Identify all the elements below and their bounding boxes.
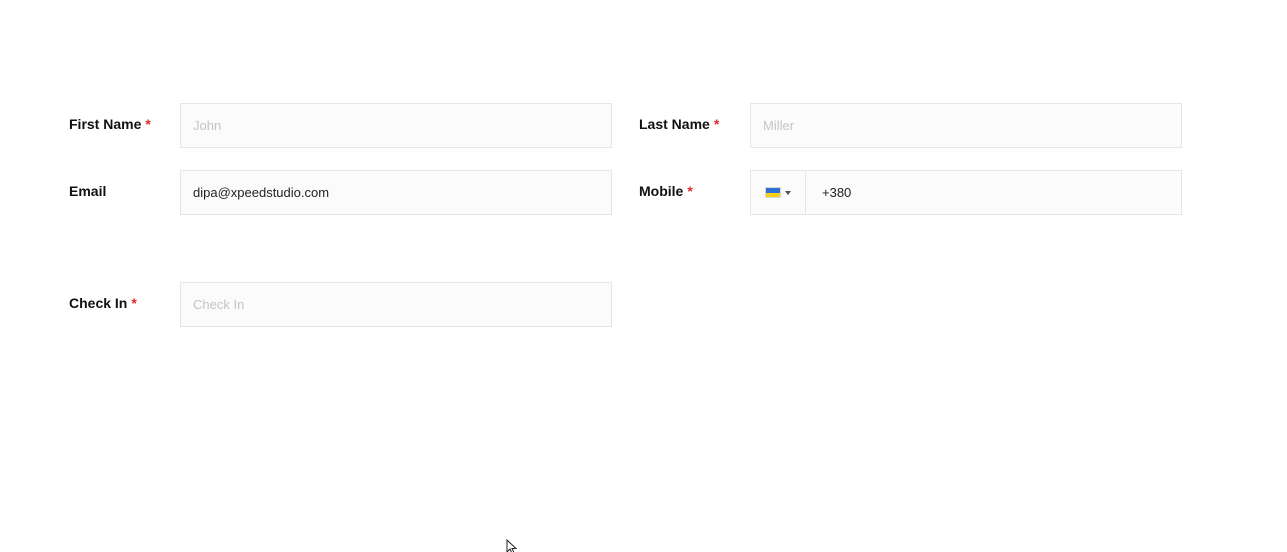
last-name-label: Last Name * bbox=[639, 115, 719, 133]
email-input[interactable] bbox=[181, 171, 611, 214]
required-mark: * bbox=[713, 116, 720, 132]
mobile-label: Mobile * bbox=[639, 182, 693, 200]
country-code-select[interactable] bbox=[751, 171, 806, 214]
first-name-label-text: First Name bbox=[69, 116, 142, 132]
required-mark: * bbox=[131, 295, 137, 311]
required-mark: * bbox=[687, 183, 693, 199]
chevron-down-icon bbox=[785, 190, 791, 195]
last-name-field[interactable] bbox=[750, 103, 1182, 148]
check-in-field[interactable] bbox=[180, 282, 612, 327]
last-name-input[interactable] bbox=[751, 104, 1181, 147]
mobile-input[interactable] bbox=[806, 171, 1181, 214]
check-in-label-text: Check In bbox=[69, 295, 128, 311]
first-name-input[interactable] bbox=[181, 104, 611, 147]
last-name-label-text: Last Name bbox=[639, 116, 710, 132]
mobile-label-text: Mobile bbox=[639, 183, 684, 199]
check-in-input[interactable] bbox=[181, 283, 611, 326]
ukraine-flag-icon bbox=[765, 187, 781, 198]
email-label-text: Email bbox=[69, 183, 107, 199]
email-field[interactable] bbox=[180, 170, 612, 215]
first-name-label: First Name * bbox=[69, 115, 151, 133]
mouse-pointer-icon bbox=[506, 539, 518, 552]
flag-bottom-stripe bbox=[766, 192, 780, 197]
booking-form-page: First Name* Last Name* Email Mobile* Che… bbox=[0, 0, 1287, 552]
mobile-field[interactable] bbox=[750, 170, 1182, 215]
first-name-field[interactable] bbox=[180, 103, 612, 148]
check-in-label: Check In * bbox=[69, 294, 137, 312]
required-mark: * bbox=[145, 116, 151, 132]
email-label: Email bbox=[69, 182, 106, 200]
